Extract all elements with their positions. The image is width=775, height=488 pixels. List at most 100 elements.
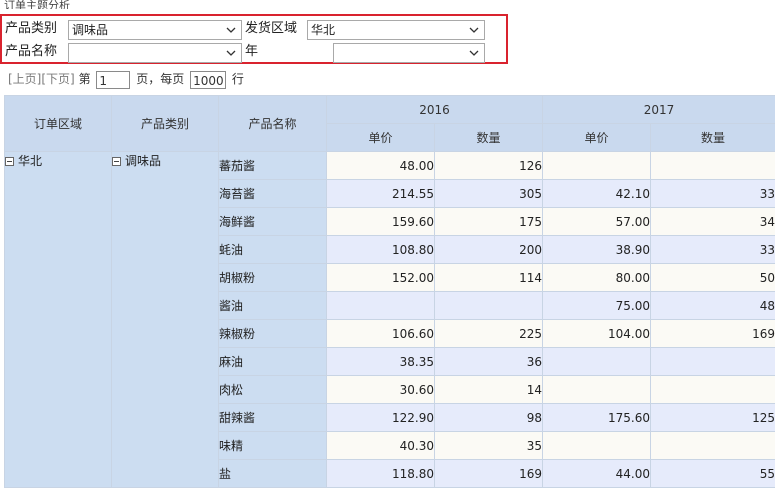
category-select-value: 调味品 bbox=[72, 23, 109, 37]
price-2017-cell: 104.00 bbox=[542, 319, 652, 348]
price-2017-cell: 175.60 bbox=[542, 403, 652, 432]
measure-header-price: 单价 bbox=[542, 123, 652, 152]
product-name-cell: 麻油 bbox=[218, 347, 327, 376]
qty-2017-cell bbox=[650, 347, 775, 376]
region-filter-label: 发货区域 bbox=[245, 21, 298, 36]
qty-2017-cell bbox=[650, 431, 775, 460]
price-2016-cell: 152.00 bbox=[326, 263, 435, 292]
filter-panel: 产品类别 调味品 发货区域 华北 产品名称 年 bbox=[0, 14, 508, 64]
category-value: 调味品 bbox=[125, 154, 162, 168]
product-name-cell: 辣椒粉 bbox=[218, 319, 327, 348]
year-filter-label: 年 bbox=[245, 44, 259, 59]
category-filter-label: 产品类别 bbox=[5, 21, 58, 36]
year-header-2016: 2016 bbox=[325, 95, 544, 124]
chevron-down-icon bbox=[226, 27, 236, 33]
qty-2017-cell bbox=[650, 375, 775, 404]
chevron-down-icon bbox=[226, 50, 236, 56]
page-size-text: 页，每页 bbox=[136, 72, 185, 86]
qty-2016-cell: 36 bbox=[433, 347, 544, 376]
product-name-cell: 蚝油 bbox=[218, 235, 327, 264]
price-2016-cell: 40.30 bbox=[326, 431, 435, 460]
product-name-cell: 蕃茄酱 bbox=[218, 151, 327, 180]
qty-2016-cell: 175 bbox=[433, 207, 544, 236]
product-name-cell: 海苔酱 bbox=[218, 179, 327, 208]
year-select[interactable] bbox=[333, 43, 485, 63]
price-2017-cell: 80.00 bbox=[542, 263, 652, 292]
qty-2017-cell bbox=[650, 151, 775, 180]
price-2017-cell: 57.00 bbox=[542, 207, 652, 236]
qty-2016-cell: 98 bbox=[433, 403, 544, 432]
price-2017-cell bbox=[542, 347, 652, 376]
qty-2016-cell: 35 bbox=[433, 431, 544, 460]
qty-2016-cell: 14 bbox=[433, 375, 544, 404]
region-value: 华北 bbox=[18, 154, 43, 168]
page-title: 订单主题分析 bbox=[4, 0, 70, 9]
category-select[interactable]: 调味品 bbox=[68, 20, 242, 40]
qty-2016-cell: 200 bbox=[433, 235, 544, 264]
qty-2017-cell: 33 bbox=[650, 235, 775, 264]
qty-2017-cell: 125 bbox=[650, 403, 775, 432]
qty-2016-cell: 305 bbox=[433, 179, 544, 208]
product-select[interactable] bbox=[68, 43, 242, 63]
price-2017-cell: 38.90 bbox=[542, 235, 652, 264]
qty-2016-cell bbox=[433, 291, 544, 320]
column-header-category: 产品类别 bbox=[111, 95, 219, 152]
price-2017-cell: 42.10 bbox=[542, 179, 652, 208]
qty-2017-cell: 50 bbox=[650, 263, 775, 292]
price-2016-cell: 30.60 bbox=[326, 375, 435, 404]
product-filter-label: 产品名称 bbox=[5, 44, 58, 59]
price-2017-cell bbox=[542, 375, 652, 404]
chevron-down-icon bbox=[469, 50, 479, 56]
product-name-cell: 肉松 bbox=[218, 375, 327, 404]
column-header-region: 订单区域 bbox=[4, 95, 112, 152]
price-2016-cell: 122.90 bbox=[326, 403, 435, 432]
qty-2017-cell: 33 bbox=[650, 179, 775, 208]
price-2016-cell: 48.00 bbox=[326, 151, 435, 180]
page-size-suffix: 行 bbox=[231, 72, 244, 86]
chevron-down-icon bbox=[469, 27, 479, 33]
column-header-product: 产品名称 bbox=[218, 95, 327, 152]
price-2017-cell bbox=[542, 431, 652, 460]
price-2016-cell: 214.55 bbox=[326, 179, 435, 208]
price-2016-cell: 118.80 bbox=[326, 459, 435, 488]
price-2016-cell: 38.35 bbox=[326, 347, 435, 376]
year-header-2017: 2017 bbox=[542, 95, 775, 124]
measure-header-quantity: 数量 bbox=[433, 123, 544, 152]
region-select[interactable]: 华北 bbox=[307, 20, 485, 40]
qty-2016-cell: 114 bbox=[433, 263, 544, 292]
product-name-cell: 海鲜酱 bbox=[218, 207, 327, 236]
price-2016-cell: 108.80 bbox=[326, 235, 435, 264]
table-row: 华北 调味品 蕃茄酱 48.00 126 bbox=[4, 151, 775, 488]
product-name-cell: 甜辣酱 bbox=[218, 403, 327, 432]
product-name-cell: 味精 bbox=[218, 431, 327, 460]
product-name-cell: 盐 bbox=[218, 459, 327, 488]
qty-2016-cell: 126 bbox=[433, 151, 544, 180]
product-name-cell: 酱油 bbox=[218, 291, 327, 320]
price-2017-cell: 44.00 bbox=[542, 459, 652, 488]
region-select-value: 华北 bbox=[311, 23, 336, 37]
price-2016-cell bbox=[326, 291, 435, 320]
next-page-link[interactable]: [下页] bbox=[41, 72, 74, 86]
qty-2017-cell: 169 bbox=[650, 319, 775, 348]
price-2017-cell bbox=[542, 151, 652, 180]
region-cell: 华北 bbox=[4, 151, 112, 488]
qty-2016-cell: 169 bbox=[433, 459, 544, 488]
pagination-bar: [上页][下页] 第 1 页，每页 1000 行 bbox=[8, 69, 244, 89]
pivot-table: 订单区域 产品类别 产品名称 2016 2017 单价 数量 单价 数量 华北 调… bbox=[4, 95, 775, 488]
price-2017-cell: 75.00 bbox=[542, 291, 652, 320]
page-prefix: 第 bbox=[78, 72, 91, 86]
qty-2017-cell: 34 bbox=[650, 207, 775, 236]
category-cell: 调味品 bbox=[111, 151, 219, 488]
measure-header-quantity: 数量 bbox=[650, 123, 775, 152]
page-number-input[interactable]: 1 bbox=[96, 70, 131, 89]
page-size-input[interactable]: 1000 bbox=[190, 70, 227, 89]
product-name-cell: 胡椒粉 bbox=[218, 263, 327, 292]
collapse-icon[interactable] bbox=[5, 157, 14, 166]
collapse-icon[interactable] bbox=[112, 157, 121, 166]
price-2016-cell: 106.60 bbox=[326, 319, 435, 348]
qty-2017-cell: 55 bbox=[650, 459, 775, 488]
measure-header-price: 单价 bbox=[326, 123, 435, 152]
qty-2016-cell: 225 bbox=[433, 319, 544, 348]
price-2016-cell: 159.60 bbox=[326, 207, 435, 236]
prev-page-link[interactable]: [上页] bbox=[8, 72, 41, 86]
